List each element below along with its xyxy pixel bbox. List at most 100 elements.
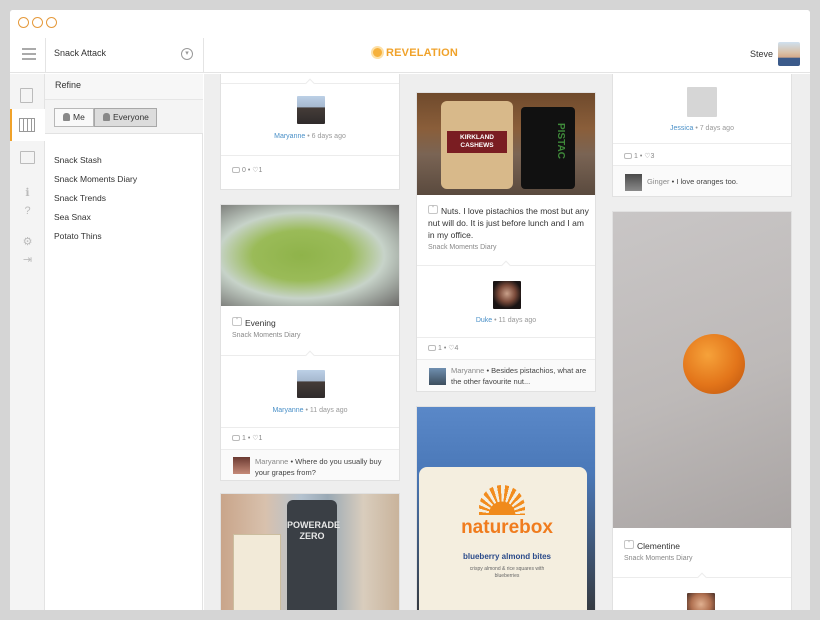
quote-icon: “	[232, 317, 242, 326]
logo-mark-icon	[371, 46, 384, 59]
bottle-shape	[287, 500, 337, 610]
moment-card[interactable]: “Clementine Snack Moments Diary	[612, 211, 792, 610]
diary-item[interactable]: Snack Trends	[54, 193, 106, 203]
stats-section: 1 • ♡1	[221, 427, 399, 449]
logout-icon[interactable]: ⇥	[20, 253, 35, 268]
moment-card[interactable]: “Evening Snack Moments Diary Maryanne • …	[220, 204, 400, 481]
poster-line: Maryanne • 6 days ago	[274, 133, 346, 140]
stats-line: 1 • ♡3	[624, 152, 654, 160]
naturebox-tagline: crispy almond & rice squares with bluebe…	[469, 566, 545, 579]
comment-text: Maryanne • Where do you usually buy your…	[255, 457, 382, 477]
inbox-icon[interactable]	[20, 151, 35, 164]
minimize-window-icon[interactable]	[32, 17, 43, 28]
default-avatar-icon[interactable]	[687, 87, 717, 117]
filter-me-button[interactable]: Me	[54, 108, 94, 127]
poster-avatar[interactable]	[687, 593, 715, 610]
commenter-name: Ginger	[647, 177, 670, 186]
poster-section	[613, 572, 791, 610]
close-window-icon[interactable]	[18, 17, 29, 28]
commenter-avatar[interactable]	[625, 174, 642, 191]
post-time: 6 days ago	[311, 133, 346, 140]
stats-line: 0 • ♡1	[232, 166, 262, 174]
info-icon[interactable]: ℹ	[20, 186, 35, 201]
diary-item[interactable]: Snack Stash	[54, 155, 102, 165]
chevron-down-icon[interactable]: ▾	[181, 48, 193, 60]
comment-text: Maryanne • Besides pistachios, what are …	[451, 366, 587, 386]
moment-card[interactable]: POWERADE ZERO	[220, 493, 400, 610]
comment-count: 1	[438, 345, 442, 352]
post-time: 11 days ago	[498, 317, 537, 324]
help-icon[interactable]: ?	[20, 204, 35, 219]
cashew-label: KIRKLAND CASHEWS	[447, 131, 507, 153]
poster-name[interactable]: Maryanne	[274, 133, 305, 140]
quote-icon: “	[428, 205, 438, 214]
moment-card[interactable]: Jessica • 7 days ago 1 • ♡3 Ginger • I l…	[612, 74, 792, 197]
quote-icon: “	[624, 540, 634, 549]
diary-item[interactable]: Potato Thins	[54, 231, 102, 241]
stats-section: 1 • ♡4	[417, 337, 595, 359]
comment-icon[interactable]	[232, 167, 240, 173]
moment-card[interactable]: Maryanne • 6 days ago 0 • ♡1	[220, 74, 400, 190]
refine-header: Refine	[45, 74, 203, 100]
app-window: Snack Attack ▾ REVELATION Steve ℹ ? ⚙ ⇥ …	[10, 10, 810, 610]
moment-title: Evening	[245, 318, 276, 328]
document-icon[interactable]	[20, 88, 33, 103]
filter-bar: Me Everyone	[45, 100, 203, 134]
snack-box-shape	[233, 534, 281, 610]
poster-name[interactable]: Maryanne	[272, 407, 303, 414]
latest-comment[interactable]: Maryanne • Where do you usually buy your…	[221, 449, 399, 480]
comment-icon[interactable]	[624, 153, 632, 159]
latest-comment[interactable]: Maryanne • Besides pistachios, what are …	[417, 359, 595, 391]
stats-line: 1 • ♡1	[232, 434, 262, 442]
post-time: 11 days ago	[309, 407, 348, 414]
grapes-photo[interactable]	[221, 205, 399, 306]
post-time: 7 days ago	[699, 125, 734, 132]
poster-avatar[interactable]	[297, 370, 325, 398]
like-count: 3	[650, 153, 655, 160]
revelation-logo[interactable]: REVELATION	[371, 46, 458, 59]
comment-text: Ginger • I love oranges too.	[647, 177, 739, 186]
diary-item[interactable]: Sea Snax	[54, 212, 91, 222]
diary-item[interactable]: Snack Moments Diary	[54, 174, 137, 184]
pistachio-label: PISTAC	[555, 123, 566, 159]
naturebox-brand: naturebox	[461, 517, 553, 538]
bottle-label: POWERADE ZERO	[287, 520, 341, 541]
poster-avatar[interactable]	[493, 281, 521, 309]
like-count: 1	[258, 435, 263, 442]
title-bar	[10, 10, 810, 38]
latest-comment[interactable]: Ginger • I love oranges too.	[613, 165, 791, 196]
comment-count: 0	[242, 167, 246, 174]
poster-line: Duke • 11 days ago	[475, 317, 537, 324]
poster-name[interactable]: Jessica	[670, 125, 693, 132]
filter-everyone-button[interactable]: Everyone	[94, 108, 157, 127]
like-count: 1	[258, 167, 263, 174]
commenter-avatar[interactable]	[233, 457, 250, 474]
maximize-window-icon[interactable]	[46, 17, 57, 28]
comment-icon[interactable]	[428, 345, 436, 351]
commenter-avatar[interactable]	[429, 368, 446, 385]
commenter-name: Maryanne	[255, 457, 289, 466]
user-avatar[interactable]	[778, 42, 800, 66]
top-header: Snack Attack ▾ REVELATION Steve	[10, 38, 810, 73]
filter-me-label: Me	[73, 112, 85, 122]
clementine-shape	[683, 334, 745, 394]
moment-caption: “Evening	[232, 317, 276, 329]
grid-view-icon[interactable]	[19, 118, 35, 132]
notch	[305, 78, 315, 89]
poster-avatar[interactable]	[297, 96, 325, 124]
gear-icon[interactable]: ⚙	[20, 235, 35, 250]
poster-section: Maryanne • 11 days ago	[221, 350, 399, 427]
like-count: 4	[454, 345, 459, 352]
poster-line: Jessica • 7 days ago	[670, 125, 734, 132]
naturebox-product: blueberry almond bites	[462, 552, 552, 561]
poster-line: Maryanne • 11 days ago	[272, 407, 348, 414]
hamburger-menu-icon[interactable]	[22, 48, 36, 60]
poster-section: Duke • 11 days ago	[417, 260, 595, 337]
comment-icon[interactable]	[232, 435, 240, 441]
person-icon	[63, 113, 70, 121]
icon-rail: ℹ ? ⚙ ⇥	[10, 74, 45, 610]
user-name[interactable]: Steve	[750, 49, 773, 59]
moment-card[interactable]: KIRKLAND CASHEWS PISTAC “Nuts. I love pi…	[416, 92, 596, 392]
moment-card[interactable]: naturebox blueberry almond bites crispy …	[416, 406, 596, 610]
poster-name[interactable]: Duke	[476, 317, 492, 324]
